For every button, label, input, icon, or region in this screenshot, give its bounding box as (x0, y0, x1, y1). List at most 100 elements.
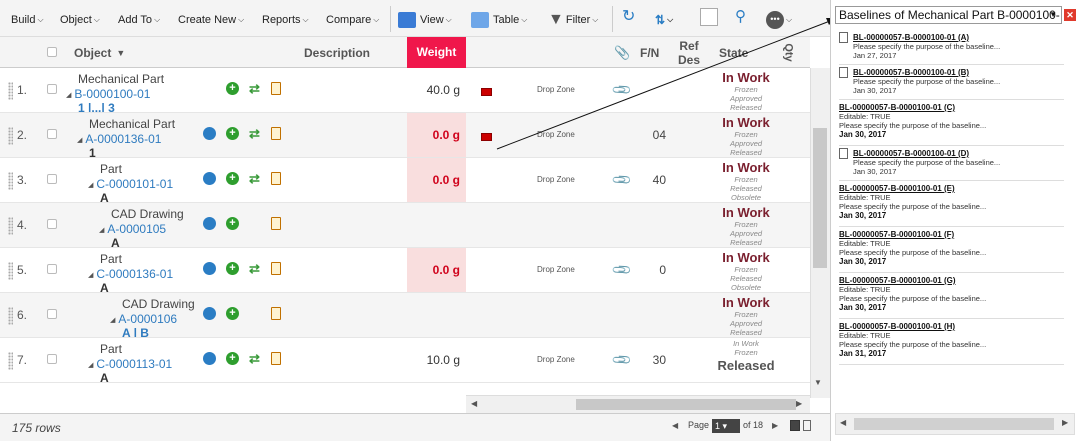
state-option[interactable]: Approved (700, 139, 792, 148)
column-ref-des[interactable]: Ref Des (678, 37, 700, 68)
more-menu[interactable]: ••• ⌵ (766, 11, 792, 29)
sync-icon[interactable]: ⇄ (249, 82, 262, 95)
clipboard-icon[interactable] (271, 82, 281, 95)
state-option[interactable]: Released (700, 274, 792, 283)
panel-scroll-thumb[interactable] (854, 418, 1054, 430)
object-number-link[interactable]: C-0000113-01 (96, 357, 172, 371)
state-option[interactable]: Frozen (700, 130, 792, 139)
object-number-link[interactable]: C-0000101-01 (96, 177, 173, 191)
add-to-menu[interactable]: Add To ⌵ (118, 12, 160, 28)
scroll-down-arrow[interactable]: ▼ (814, 378, 822, 387)
column-fn[interactable]: F/N (640, 37, 659, 68)
column-qty[interactable]: Qty (774, 43, 805, 61)
state-option[interactable]: Frozen (700, 265, 792, 274)
sync-icon[interactable]: ⇄ (249, 127, 262, 140)
state-option[interactable]: Approved (700, 229, 792, 238)
baseline-title-link[interactable]: BL-00000057-B-0000100-01 (G) (839, 276, 1064, 285)
baseline-title-link[interactable]: BL-00000057-B-0000100-01 (C) (839, 103, 1064, 112)
state-option[interactable]: Obsolete (700, 283, 792, 292)
drag-handle[interactable] (8, 217, 13, 235)
pdf-icon[interactable] (481, 88, 492, 96)
object-number[interactable]: ◢ C-0000101-01 (88, 177, 173, 191)
weight-cell[interactable] (407, 203, 466, 247)
drag-handle[interactable] (8, 172, 13, 190)
column-state[interactable]: State (719, 37, 748, 68)
globe-icon[interactable] (203, 262, 216, 275)
vertical-scrollbar[interactable]: ▼ (810, 68, 830, 398)
object-number[interactable]: ◢ B-0000100-01 (66, 87, 150, 101)
expand-triangle-icon[interactable]: ◢ (88, 362, 93, 369)
baseline-item[interactable]: BL-00000057-B-0000100-01 (G) Editable: TR… (839, 273, 1064, 319)
compare-menu[interactable]: Compare ⌵ (326, 12, 379, 28)
add-icon[interactable]: + (226, 82, 239, 95)
pdf-icon[interactable] (481, 133, 492, 141)
object-number-link[interactable]: A-0000105 (107, 222, 166, 236)
scroll-thumb[interactable] (813, 128, 827, 268)
table-menu[interactable]: Table ⌵ (471, 12, 527, 28)
search-icon[interactable]: ⚲ (735, 8, 746, 25)
state-option[interactable]: Released (700, 148, 792, 157)
horizontal-scrollbar[interactable]: ◀ ▶ (466, 395, 810, 413)
add-icon[interactable]: + (226, 172, 239, 185)
globe-icon[interactable] (203, 127, 216, 140)
attachment-icon[interactable]: 📎 (611, 349, 634, 372)
add-icon[interactable]: + (226, 352, 239, 365)
baseline-item[interactable]: BL-00000057-B-0000100-01 (B) Please speci… (839, 65, 1064, 100)
prev-page-arrow[interactable]: ◀ (672, 421, 678, 430)
column-object[interactable]: Object ▼ (74, 37, 125, 68)
object-number[interactable]: ◢ C-0000136-01 (88, 267, 173, 281)
object-number[interactable]: ◢ C-0000113-01 (88, 357, 172, 371)
state-option[interactable]: In Work (700, 339, 792, 348)
baseline-title-link[interactable]: BL-00000057-B-0000100-01 (F) (839, 230, 1064, 239)
drag-handle[interactable] (8, 82, 13, 100)
table-row[interactable]: 7. Part ◢ C-0000113-01 A + ⇄ 10.0 g Drop Z… (0, 338, 810, 383)
baseline-title-link[interactable]: BL-00000057-B-0000100-01 (E) (839, 184, 1064, 193)
next-page-arrow[interactable]: ▶ (772, 421, 778, 430)
state-option[interactable]: Released (700, 103, 792, 112)
panel-hscrollbar[interactable]: ◀ ▶ (835, 413, 1075, 435)
baseline-item[interactable]: BL-00000057-B-0000100-01 (A) Please speci… (839, 30, 1064, 65)
sort-icon[interactable]: ⇅ ⌵ (655, 12, 673, 28)
refresh-icon[interactable]: ↻ (622, 8, 635, 25)
page-mode-alt-icon[interactable] (803, 420, 811, 431)
state-current[interactable]: In Work (700, 205, 792, 220)
drop-zone[interactable]: Drop Zone (537, 355, 575, 364)
panel-scroll-left[interactable]: ◀ (840, 418, 846, 427)
row-checkbox[interactable] (47, 84, 57, 94)
row-checkbox[interactable] (47, 129, 57, 139)
panel-scroll-right[interactable]: ▶ (1062, 418, 1068, 427)
expand-triangle-icon[interactable]: ◢ (99, 227, 104, 234)
weight-cell[interactable]: 0.0 g (407, 248, 466, 292)
table-row[interactable]: 2. Mechanical Part ◢ A-0000136-01 1 + ⇄ 0.… (0, 113, 810, 158)
attachment-icon[interactable]: 📎 (611, 259, 634, 282)
baseline-item[interactable]: BL-00000057-B-0000100-01 (D) Please speci… (839, 146, 1064, 181)
add-icon[interactable]: + (226, 262, 239, 275)
drag-handle[interactable] (8, 352, 13, 370)
create-new-menu[interactable]: Create New ⌵ (178, 12, 244, 28)
weight-cell[interactable]: 40.0 g (407, 68, 466, 112)
object-number-link[interactable]: A-0000136-01 (85, 132, 161, 146)
rev-c-link[interactable]: 3 (108, 101, 115, 112)
reports-menu[interactable]: Reports ⌵ (262, 12, 309, 28)
state-current[interactable]: In Work (700, 160, 792, 175)
baseline-title-link[interactable]: BL-00000057-B-0000100-01 (B) (839, 68, 1064, 77)
object-number-link[interactable]: A-0000106 (118, 312, 177, 326)
object-number-link[interactable]: C-0000136-01 (96, 267, 173, 281)
clipboard-icon[interactable] (271, 262, 281, 275)
state-option[interactable]: Approved (700, 94, 792, 103)
state-option[interactable]: Frozen (700, 348, 792, 357)
state-current[interactable]: In Work (700, 70, 792, 85)
weight-cell[interactable]: 0.0 g (407, 113, 466, 157)
baseline-item[interactable]: BL-00000057-B-0000100-01 (F) Editable: TR… (839, 227, 1064, 273)
scroll-right-arrow[interactable]: ▶ (796, 399, 802, 408)
page-select[interactable]: 1 ▾ (712, 419, 740, 433)
expand-triangle-icon[interactable]: ◢ (88, 272, 93, 279)
row-checkbox[interactable] (47, 309, 57, 319)
drop-zone[interactable]: Drop Zone (537, 175, 575, 184)
sync-icon[interactable]: ⇄ (249, 262, 262, 275)
state-option[interactable]: Released (700, 184, 792, 193)
table-row[interactable]: 1. Mechanical Part ◢ B-0000100-01 1 |...|… (0, 68, 810, 113)
row-checkbox[interactable] (47, 219, 57, 229)
state-option[interactable]: Frozen (700, 220, 792, 229)
clipboard-icon[interactable] (271, 127, 281, 140)
